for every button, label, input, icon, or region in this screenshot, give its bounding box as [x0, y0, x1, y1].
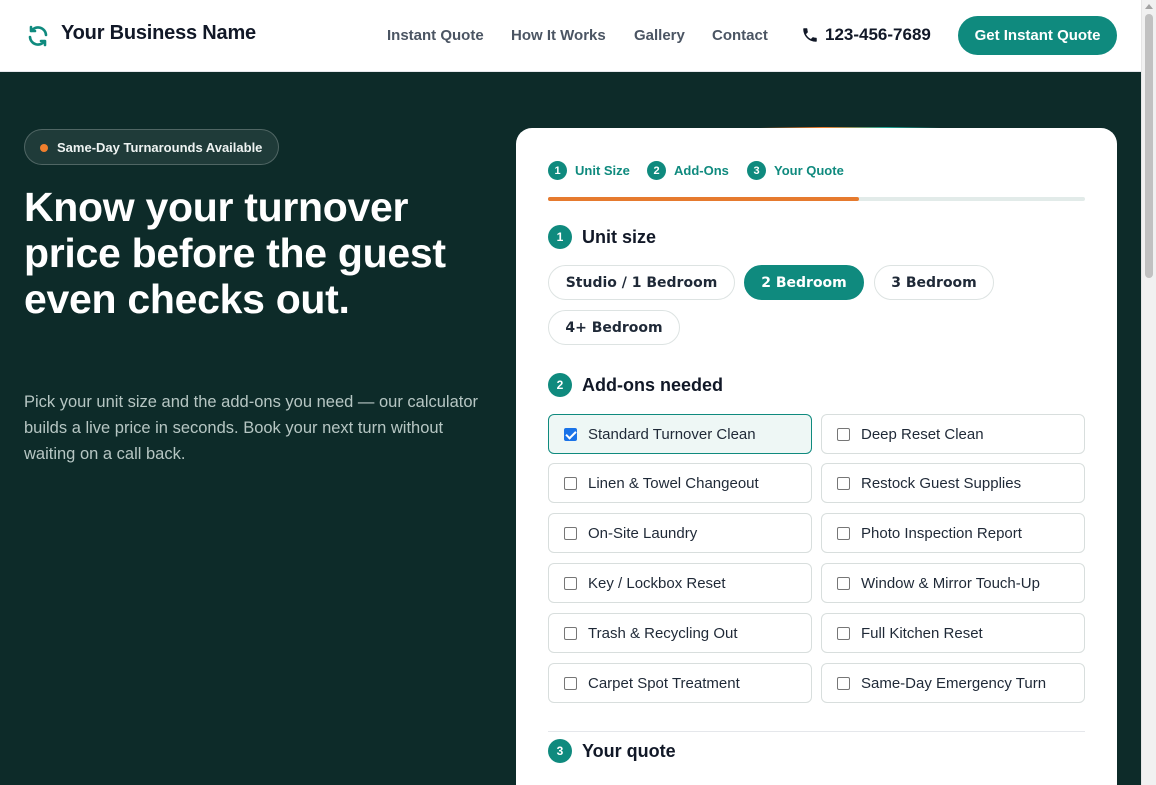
- checkbox[interactable]: [564, 576, 577, 590]
- checkbox[interactable]: [564, 476, 577, 490]
- addon-label: Deep Reset Clean: [861, 425, 984, 443]
- get-instant-quote-button[interactable]: Get Instant Quote: [958, 16, 1117, 55]
- nav-instant-quote[interactable]: Instant Quote: [387, 27, 484, 44]
- unit-option-3-bedroom[interactable]: 3 Bedroom: [874, 265, 994, 300]
- step-number: 2: [647, 161, 666, 180]
- step-your-quote[interactable]: 3 Your Quote: [747, 161, 844, 180]
- addon-label: Linen & Towel Changeout: [588, 474, 759, 492]
- nav-contact[interactable]: Contact: [712, 27, 768, 44]
- quote-calculator-card: 1 Unit Size 2 Add-Ons 3 Your Quote 1 Uni…: [516, 128, 1117, 785]
- addon-trash-recycling-out[interactable]: Trash & Recycling Out: [548, 613, 812, 653]
- hero-title: Know your turnover price before the gues…: [24, 184, 446, 322]
- addon-label: Trash & Recycling Out: [588, 624, 738, 642]
- nav-how-it-works[interactable]: How It Works: [511, 27, 606, 44]
- checkbox[interactable]: [837, 626, 850, 640]
- scroll-up-arrow-icon[interactable]: [1145, 4, 1153, 9]
- checkbox[interactable]: [564, 626, 577, 640]
- addon-window-mirror-touch-up[interactable]: Window & Mirror Touch-Up: [821, 563, 1085, 603]
- progress-bar: [548, 197, 1085, 201]
- addon-label: Carpet Spot Treatment: [588, 674, 740, 692]
- addon-photo-inspection-report[interactable]: Photo Inspection Report: [821, 513, 1085, 553]
- addon-label: Window & Mirror Touch-Up: [861, 574, 1040, 592]
- section-number: 1: [548, 225, 572, 249]
- addon-label: Same-Day Emergency Turn: [861, 674, 1047, 692]
- page-scrollbar[interactable]: [1141, 0, 1156, 785]
- section-title: Your quote: [582, 740, 676, 761]
- same-day-badge: Same-Day Turnarounds Available: [24, 129, 280, 165]
- addon-on-site-laundry[interactable]: On-Site Laundry: [548, 513, 812, 553]
- status-dot-icon: [40, 144, 48, 152]
- step-number: 1: [548, 161, 567, 180]
- addon-label: On-Site Laundry: [588, 524, 698, 542]
- addon-key-lockbox-reset[interactable]: Key / Lockbox Reset: [548, 563, 812, 603]
- hero-subtitle: Pick your unit size and the add-ons you …: [24, 393, 479, 463]
- add-ons-heading: 2 Add-ons needed: [548, 373, 723, 397]
- addon-full-kitchen-reset[interactable]: Full Kitchen Reset: [821, 613, 1085, 653]
- step-label: Unit Size: [575, 163, 630, 178]
- phone-icon: [803, 28, 817, 42]
- checkbox[interactable]: [564, 526, 577, 540]
- unit-option-4-plus-bedroom[interactable]: 4+ Bedroom: [548, 310, 680, 345]
- addon-same-day-emergency-turn[interactable]: Same-Day Emergency Turn: [821, 663, 1085, 703]
- addon-label: Restock Guest Supplies: [861, 474, 1022, 492]
- section-divider: [548, 731, 1085, 732]
- checkbox[interactable]: [837, 576, 850, 590]
- step-label: Your Quote: [774, 163, 844, 178]
- unit-size-heading: 1 Unit size: [548, 225, 656, 249]
- checkbox[interactable]: [564, 676, 577, 690]
- scroll-thumb[interactable]: [1145, 14, 1153, 278]
- checkbox[interactable]: [837, 427, 850, 441]
- phone-number-link[interactable]: 123-456-7689: [825, 25, 931, 45]
- your-quote-heading: 3 Your quote: [548, 739, 676, 763]
- addon-label: Photo Inspection Report: [861, 524, 1022, 542]
- checkbox[interactable]: [837, 526, 850, 540]
- addon-deep-reset-clean[interactable]: Deep Reset Clean: [821, 414, 1085, 454]
- section-title: Unit size: [582, 226, 657, 247]
- step-add-ons[interactable]: 2 Add-Ons: [647, 161, 729, 180]
- site-header: Your Business Name Instant Quote How It …: [0, 0, 1141, 72]
- badge-label: Same-Day Turnarounds Available: [57, 139, 263, 155]
- progress-fill: [548, 197, 860, 201]
- addon-linen-towel-changeout[interactable]: Linen & Towel Changeout: [548, 463, 812, 503]
- unit-option-studio[interactable]: Studio / 1 Bedroom: [548, 265, 735, 300]
- checkbox[interactable]: [564, 427, 577, 441]
- addon-label: Standard Turnover Clean: [588, 425, 756, 443]
- checkbox[interactable]: [837, 676, 850, 690]
- brand-name[interactable]: Your Business Name: [61, 22, 256, 45]
- step-number: 3: [747, 161, 766, 180]
- addon-label: Full Kitchen Reset: [861, 624, 983, 642]
- step-unit-size[interactable]: 1 Unit Size: [548, 161, 630, 180]
- addon-restock-guest-supplies[interactable]: Restock Guest Supplies: [821, 463, 1085, 503]
- addon-standard-turnover-clean[interactable]: Standard Turnover Clean: [548, 414, 812, 454]
- checkbox[interactable]: [837, 476, 850, 490]
- addon-label: Key / Lockbox Reset: [588, 574, 726, 592]
- step-label: Add-Ons: [674, 163, 729, 178]
- nav-gallery[interactable]: Gallery: [634, 27, 685, 44]
- section-number: 3: [548, 739, 572, 763]
- unit-option-2-bedroom[interactable]: 2 Bedroom: [744, 265, 864, 300]
- addon-carpet-spot-treatment[interactable]: Carpet Spot Treatment: [548, 663, 812, 703]
- refresh-logo-icon[interactable]: [26, 24, 50, 48]
- section-number: 2: [548, 373, 572, 397]
- section-title: Add-ons needed: [582, 374, 724, 395]
